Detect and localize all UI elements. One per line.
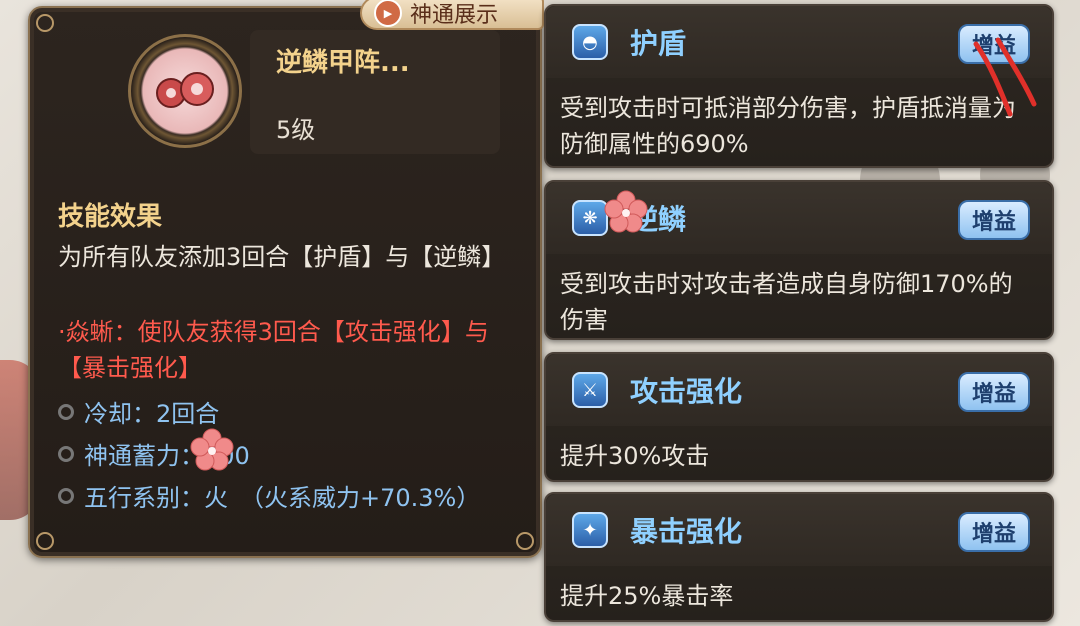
buff-card-crit: ✦ 暴击强化 增益 提升25%暴击率: [544, 492, 1054, 622]
buff-title: 暴击强化: [630, 515, 743, 548]
skill-description: 为所有队友添加3回合【护盾】与【逆鳞】: [58, 243, 506, 271]
buff-badge: 增益: [958, 372, 1030, 412]
corner-ornament: [516, 532, 534, 550]
stat-text: 五行系别：火 （火系威力+70.3%）: [84, 484, 481, 512]
stat-text: 冷却：2回合: [84, 400, 220, 428]
corner-ornament: [36, 14, 54, 32]
spiral-bullet-icon: [58, 403, 74, 420]
sword-icon: ⚔: [572, 372, 608, 408]
flower-sticker-icon: [190, 428, 234, 471]
crit-icon: ✦: [572, 512, 608, 548]
buff-badge: 增益: [958, 200, 1030, 240]
buff-badge: 增益: [958, 512, 1030, 552]
showcase-label: 神通展示: [410, 3, 499, 28]
buff-description: 提升30%攻击: [560, 442, 710, 470]
buff-title: 护盾: [630, 27, 687, 60]
buff-description: 受到攻击时对攻击者造成自身防御170%的伤害: [560, 270, 1013, 334]
reverse-scale-icon: ❋: [572, 200, 608, 236]
skill-name: 逆鳞甲阵...: [276, 48, 410, 78]
armor-formation-icon: [156, 72, 214, 108]
cooldown-stat: 冷却：2回合: [58, 394, 219, 429]
corner-ornament: [36, 532, 54, 550]
skill-level: 5级: [276, 116, 316, 144]
buff-description: 提升25%暴击率: [560, 582, 734, 610]
buff-title: 攻击强化: [630, 375, 743, 408]
skill-icon: [128, 34, 242, 148]
shield-icon: ◓: [572, 24, 608, 60]
spiral-bullet-icon: [58, 487, 74, 504]
spiral-bullet-icon: [58, 445, 74, 462]
element-stat: 五行系别：火 （火系威力+70.3%）: [58, 478, 480, 513]
buff-description: 受到攻击时可抵消部分伤害，护盾抵消量为防御属性的690%: [560, 94, 1016, 158]
play-icon: ▶: [374, 0, 402, 27]
buff-card-attack: ⚔ 攻击强化 增益 提升30%攻击: [544, 352, 1054, 482]
red-scribble-mark: [973, 37, 1037, 117]
showcase-button[interactable]: ▶ 神通展示: [360, 0, 544, 30]
bonus-effect-text: ·焱蜥：使队友获得3回合【攻击强化】与【暴击强化】: [58, 318, 489, 382]
section-title: 技能效果: [58, 202, 163, 232]
flower-sticker-icon: [604, 190, 648, 233]
